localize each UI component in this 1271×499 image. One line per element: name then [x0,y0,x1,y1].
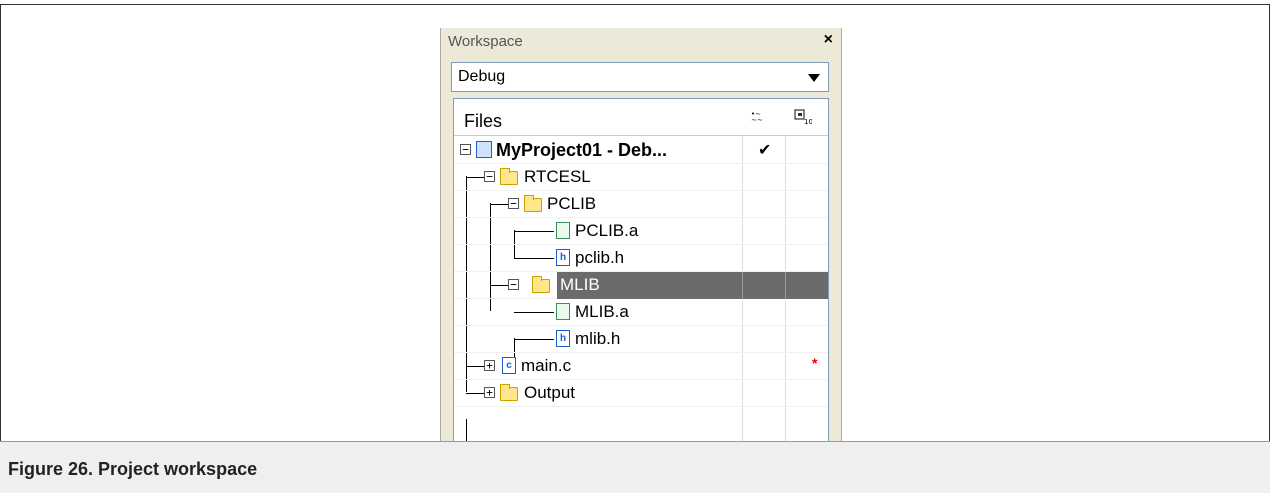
configuration-dropdown[interactable]: Debug [451,62,829,92]
file-tree[interactable]: Files •∼∼∼ 10 − MyProject01 - Deb... ✔ −… [453,98,829,441]
folder-icon [500,384,518,401]
tree-line [466,419,467,441]
configuration-value: Debug [458,68,506,85]
expand-icon[interactable]: + [484,360,495,371]
check-icon: ✔ [758,142,772,159]
column-divider [785,272,786,299]
folder-icon [524,195,542,212]
tree-line [466,366,484,367]
expand-icon[interactable]: + [484,387,495,398]
column-divider [742,272,743,299]
tree-item-label: mlib.h [575,329,621,348]
tree-row-pclib-a[interactable]: PCLIB.a [454,218,828,245]
figure-caption: Figure 26. Project workspace [0,441,1270,493]
collapse-icon[interactable]: − [508,279,519,290]
tree-line [490,204,508,205]
chevron-down-icon[interactable] [808,74,820,82]
modified-indicator: * [812,355,818,371]
options-icon[interactable]: 10 [794,109,813,128]
svg-text:10: 10 [804,118,812,125]
svg-text:∼∼: ∼∼ [751,116,763,123]
tree-row-mlib-a[interactable]: MLIB.a [454,299,828,326]
folder-icon [500,168,518,185]
tree-row-project[interactable]: − MyProject01 - Deb... ✔ [454,137,828,164]
tree-row-output[interactable]: + Output [454,380,828,407]
tree-item-label: main.c [521,356,572,375]
tree-line [514,312,554,313]
tree-line [490,285,508,286]
tree-row-main-c[interactable]: + c main.c * [454,353,828,380]
header-file-icon: h [556,249,570,266]
tree-row-rtcesl[interactable]: − RTCESL [454,164,828,191]
tree-line [514,231,554,232]
tree-item-label: MLIB [560,275,600,294]
workspace-title-bar: Workspace × [441,28,841,56]
tree-item-label: pclib.h [575,248,625,267]
tree-item-label: PCLIB [547,194,597,213]
tree-item-label: Output [524,383,576,402]
c-file-icon: c [502,357,516,374]
files-column-header[interactable]: Files [464,111,502,132]
tree-item-label: PCLIB.a [575,221,639,240]
tree-row-pclib-h[interactable]: h pclib.h [454,245,828,272]
project-icon [476,141,492,158]
tree-row-mlib[interactable]: − MLIB [454,272,828,299]
workspace-panel: Workspace × Debug Files •∼∼∼ 10 − MyProj… [440,28,842,441]
tree-item-label: RTCESL [524,167,591,186]
library-file-icon [556,222,570,239]
workspace-title: Workspace [448,33,523,50]
make-icon[interactable]: •∼ ∼∼ [750,109,766,126]
folder-icon [532,276,550,293]
tree-row-mlib-h[interactable]: h mlib.h [454,326,828,353]
close-icon[interactable]: × [824,31,833,49]
tree-item-label: MyProject01 - Deb... [496,140,668,160]
header-file-icon: h [556,330,570,347]
tree-line [466,177,484,178]
collapse-icon[interactable]: − [508,198,519,209]
tree-line [514,339,554,340]
tree-line [466,393,484,394]
collapse-icon[interactable]: − [460,144,471,155]
tree-header: Files •∼∼∼ 10 [454,99,828,136]
collapse-icon[interactable]: − [484,171,495,182]
tree-row-pclib[interactable]: − PCLIB [454,191,828,218]
tree-item-label: MLIB.a [575,302,629,321]
tree-line [514,258,554,259]
library-file-icon [556,303,570,320]
